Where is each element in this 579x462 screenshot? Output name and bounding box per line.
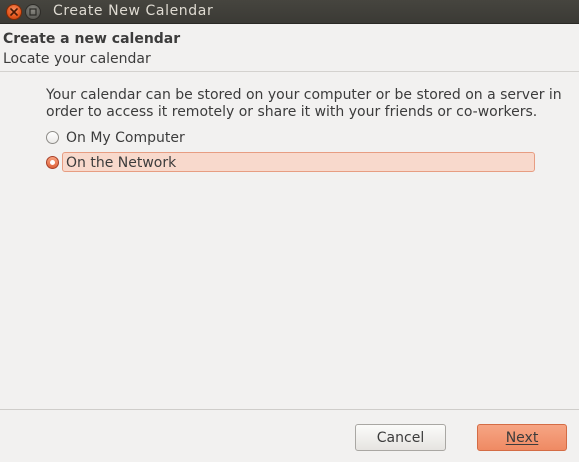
next-button[interactable]: Next xyxy=(477,424,567,451)
minimize-button[interactable] xyxy=(25,4,41,20)
page-subtitle: Locate your calendar xyxy=(3,51,151,67)
next-button-label: Next xyxy=(505,429,539,446)
radio-label[interactable]: On the Network xyxy=(64,154,178,172)
cancel-button[interactable]: Cancel xyxy=(355,424,446,451)
minimize-icon xyxy=(29,8,37,16)
close-button[interactable] xyxy=(6,4,22,20)
radio-label[interactable]: On My Computer xyxy=(64,129,187,147)
description-text: Your calendar can be stored on your comp… xyxy=(46,87,562,120)
wizard-content: Your calendar can be stored on your comp… xyxy=(0,73,579,409)
wizard-header: Create a new calendar Locate your calend… xyxy=(0,24,579,72)
window-title: Create New Calendar xyxy=(53,3,214,19)
radio-button-on-my-computer[interactable] xyxy=(46,131,59,144)
page-title: Create a new calendar xyxy=(3,31,181,47)
button-separator xyxy=(0,409,579,410)
title-bar: Create New Calendar xyxy=(0,0,579,24)
radio-button-on-the-network[interactable] xyxy=(46,156,59,169)
radio-option-on-the-network[interactable]: On the Network xyxy=(46,152,178,173)
close-icon xyxy=(10,8,18,16)
radio-option-on-my-computer[interactable]: On My Computer xyxy=(46,127,187,148)
radio-checked-dot xyxy=(50,160,55,165)
